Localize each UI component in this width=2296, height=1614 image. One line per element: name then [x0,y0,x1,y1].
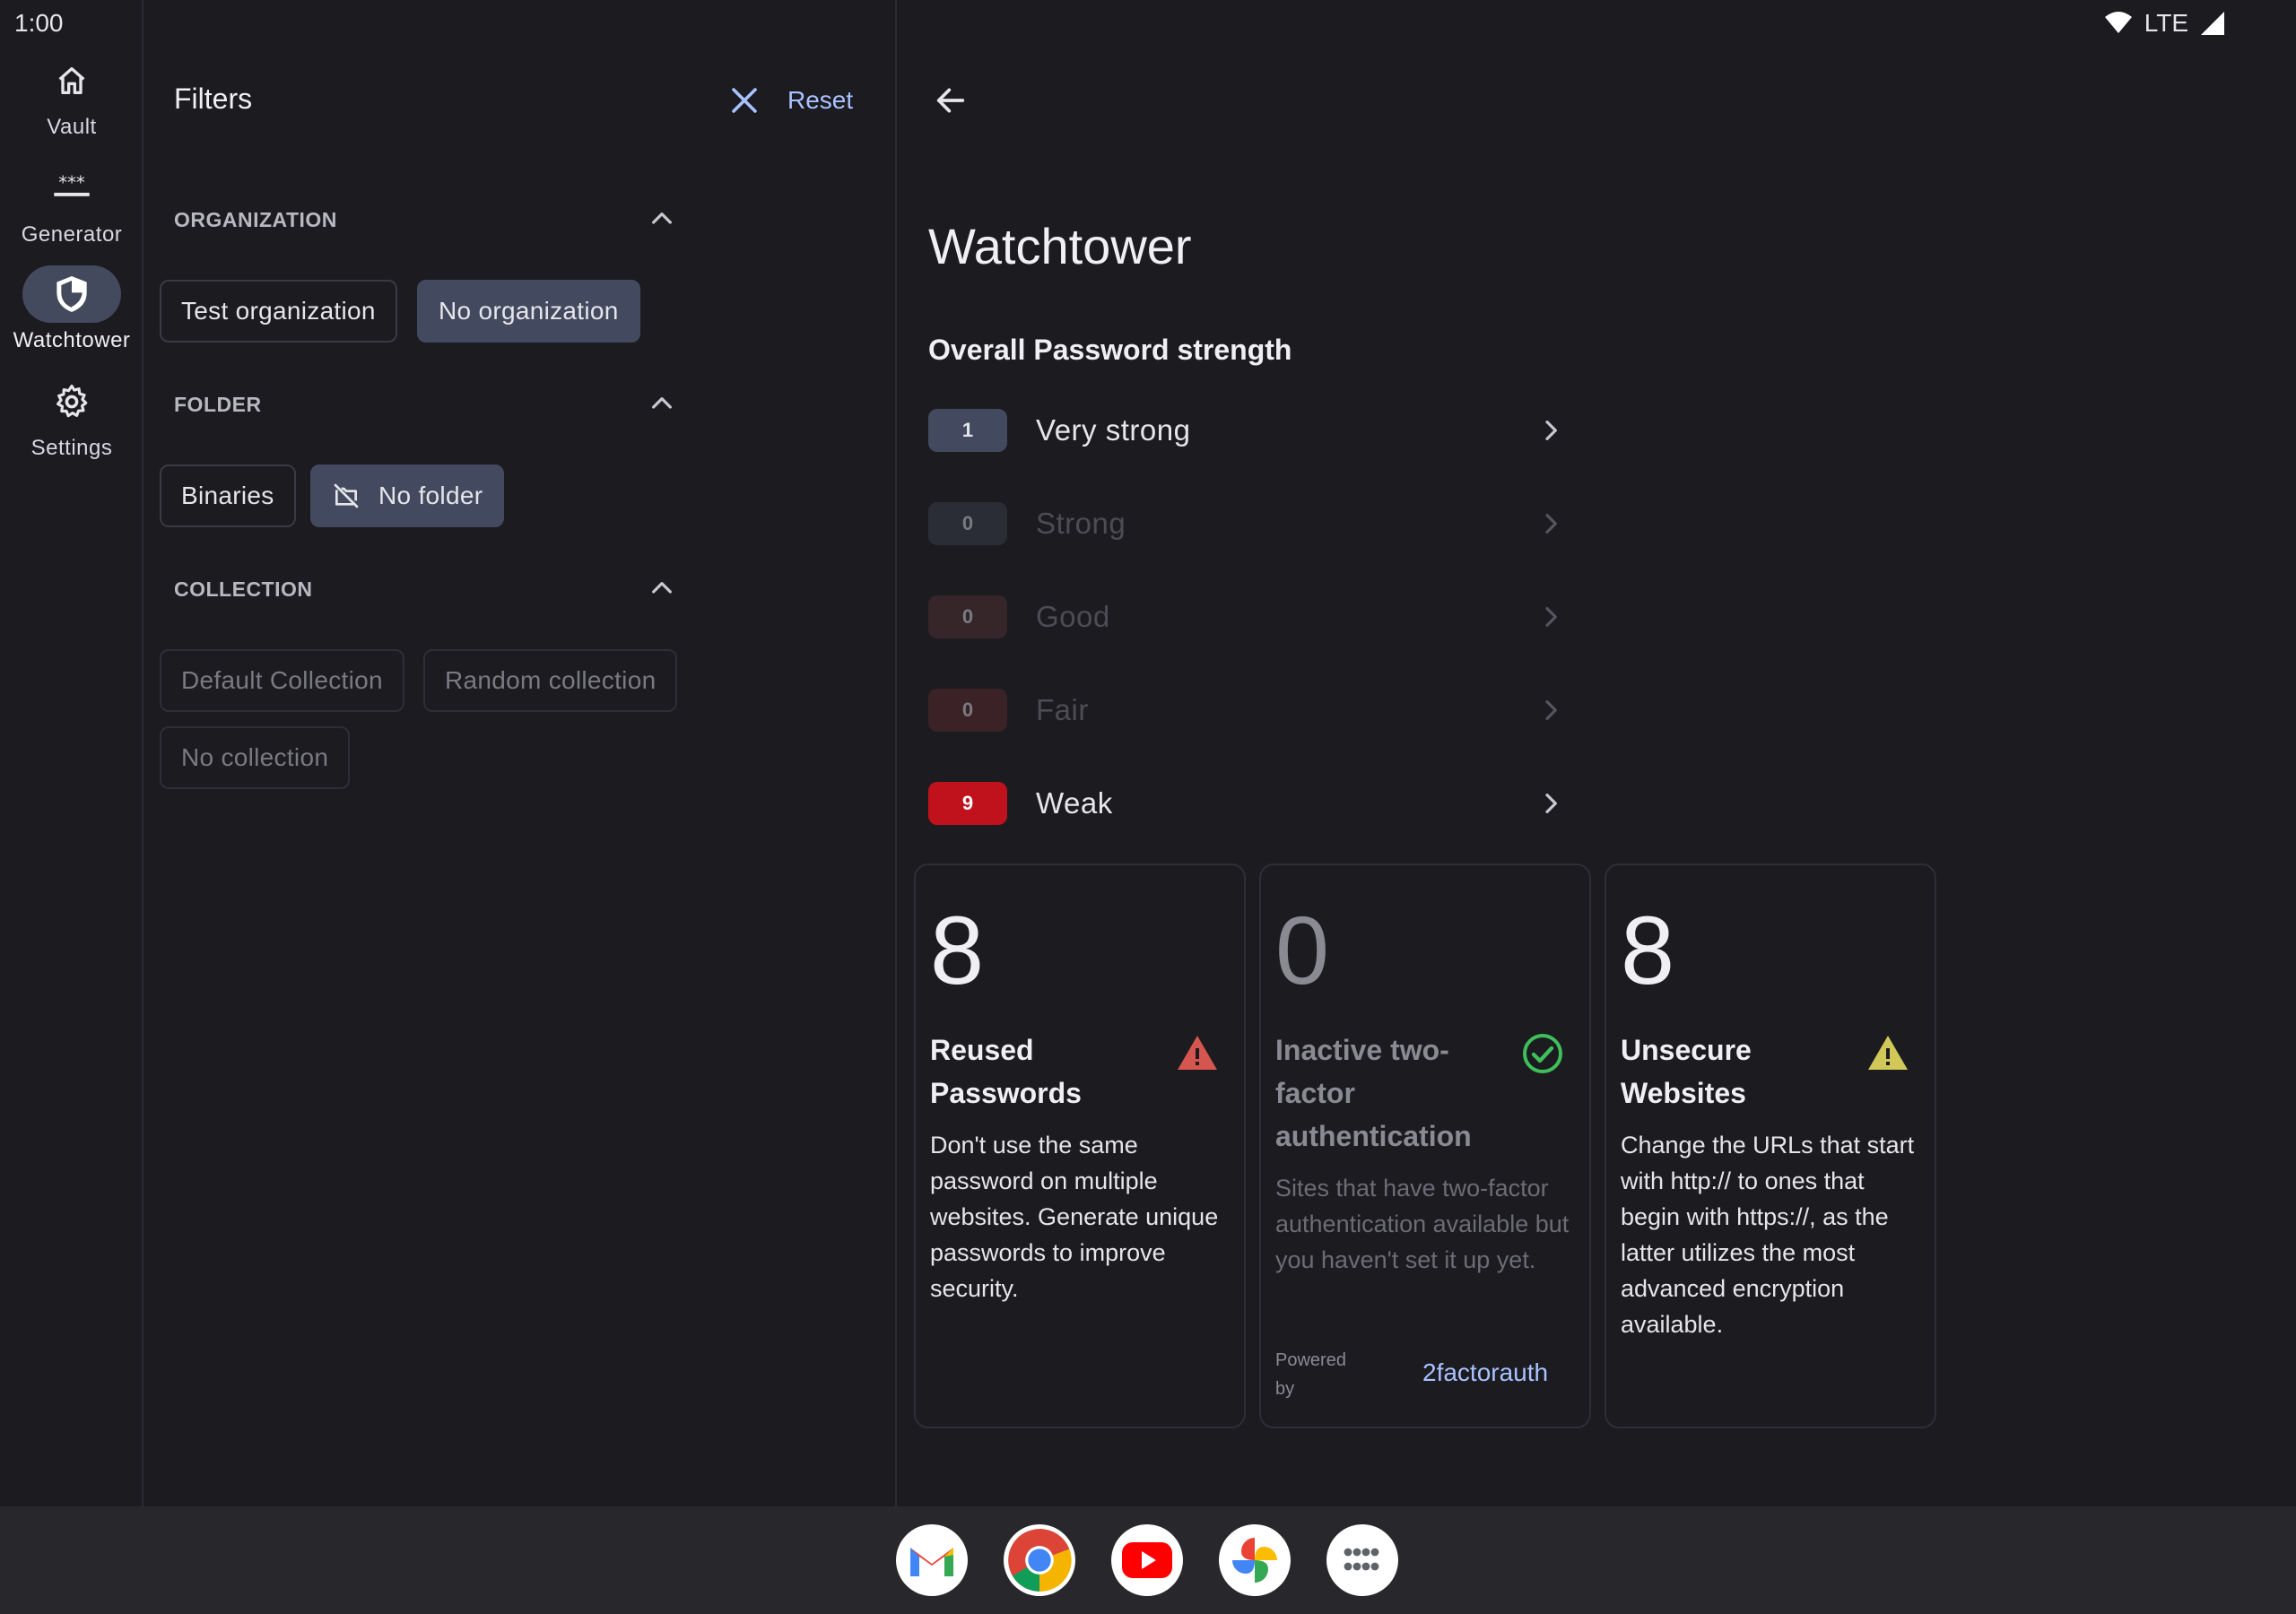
nav-item-generator[interactable]: *** Generator [0,160,144,247]
strength-label: Good [1036,600,1110,633]
powered-by-label: Powered by [1275,1350,1346,1399]
status-icons: LTE [2104,9,2224,38]
warning-triangle-icon [1868,1036,1908,1070]
nav-item-settings[interactable]: Settings [0,373,144,461]
nav-item-vault[interactable]: Vault [0,52,144,140]
warning-triangle-icon [1178,1036,1217,1070]
chevron-right-icon [1545,794,1557,813]
chrome-icon[interactable] [1004,1524,1075,1596]
strength-label: Fair [1036,693,1089,726]
check-circle-icon [1523,1034,1562,1073]
card-inactive-2fa[interactable]: 0 Inactive two-factor authentication Sit… [1259,863,1591,1428]
home-icon [58,67,85,95]
strength-row-weak[interactable]: 9 Weak [928,775,1565,832]
card-number: 8 [930,896,985,1004]
chip-no-folder[interactable]: No folder [310,464,505,527]
reset-button[interactable]: Reset [787,86,853,115]
nav-item-label: Vault [47,115,97,139]
chevron-up-icon[interactable] [648,204,676,233]
chip-random-collection[interactable]: Random collection [423,649,678,712]
youtube-icon[interactable] [1111,1524,1183,1596]
chevron-right-icon [1545,700,1557,720]
photos-icon[interactable] [1219,1524,1291,1596]
strength-label: Strong [1036,507,1126,540]
2factorauth-link[interactable]: 2factorauth [1422,1358,1548,1387]
card-reused-passwords[interactable]: 8 Reused Passwords Don't use the same pa… [914,863,1246,1428]
card-number: 0 [1275,896,1330,1004]
signal-icon [2201,12,2224,35]
folder-off-icon [334,483,359,508]
chevron-up-icon[interactable] [648,389,676,418]
chip-binaries[interactable]: Binaries [160,464,296,527]
strength-heading: Overall Password strength [928,334,1292,366]
strength-row-very-strong[interactable]: 1 Very strong [928,402,1565,459]
chip-test-organization[interactable]: Test organization [160,280,397,343]
shield-icon [57,276,87,312]
password-generator-icon: *** [54,172,90,196]
filters-panel: Filters Reset ORGANIZATION Test organiza… [145,0,897,1506]
chip-no-collection[interactable]: No collection [160,726,351,789]
close-icon[interactable] [728,84,761,117]
nav-item-label: Watchtower [13,328,131,352]
count-badge: 9 [928,782,1007,825]
network-label: LTE [2144,9,2188,37]
card-description: Sites that have two-factor authenticatio… [1275,1175,1570,1273]
chevron-up-icon[interactable] [648,574,676,603]
nav-item-label: Settings [30,436,113,460]
page-title: Watchtower [928,218,1192,274]
strength-label: Weak [1036,786,1113,820]
strength-row-strong[interactable]: 0 Strong [928,495,1565,552]
card-description: Change the URLs that start with http:// … [1621,1132,1915,1338]
navigation-rail: Vault *** Generator Watchtower Settings [0,0,144,1506]
chevron-right-icon [1545,607,1557,627]
count-badge: 0 [928,689,1007,732]
card-title: Unsecure Websites [1621,1034,1752,1109]
card-title: Inactive two-factor authentication [1275,1034,1472,1152]
card-description: Don't use the same password on multiple … [930,1132,1219,1302]
nav-item-label: Generator [21,222,123,247]
chip-no-organization[interactable]: No organization [417,280,640,343]
app-drawer-icon[interactable] [1326,1524,1398,1596]
strength-label: Very strong [1036,413,1191,447]
strength-row-fair[interactable]: 0 Fair [928,681,1565,739]
card-unsecure-websites[interactable]: 8 Unsecure Websites Change the URLs that… [1605,863,1936,1428]
wifi-icon [2104,12,2132,33]
nav-item-watchtower[interactable]: Watchtower [0,265,144,353]
section-heading-organization: ORGANIZATION [174,208,337,231]
chip-default-collection[interactable]: Default Collection [160,649,404,712]
gear-icon [57,384,88,418]
svg-text:***: *** [58,172,85,193]
card-title: Reused Passwords [930,1034,1082,1109]
gmail-icon[interactable] [896,1524,968,1596]
strength-row-good[interactable]: 0 Good [928,588,1565,646]
section-heading-folder: FOLDER [174,393,262,416]
screen: 1:00 LTE Vault *** Generator Watchtower [0,0,2296,1614]
card-number: 8 [1621,896,1675,1004]
count-badge: 0 [928,502,1007,545]
filters-title: Filters [174,82,253,115]
section-heading-collection: COLLECTION [174,577,313,601]
chevron-right-icon [1545,514,1557,534]
count-badge: 1 [928,409,1007,452]
count-badge: 0 [928,595,1007,638]
back-arrow-icon[interactable] [933,82,969,118]
chevron-right-icon [1545,421,1557,440]
chip-label: No folder [378,482,483,509]
